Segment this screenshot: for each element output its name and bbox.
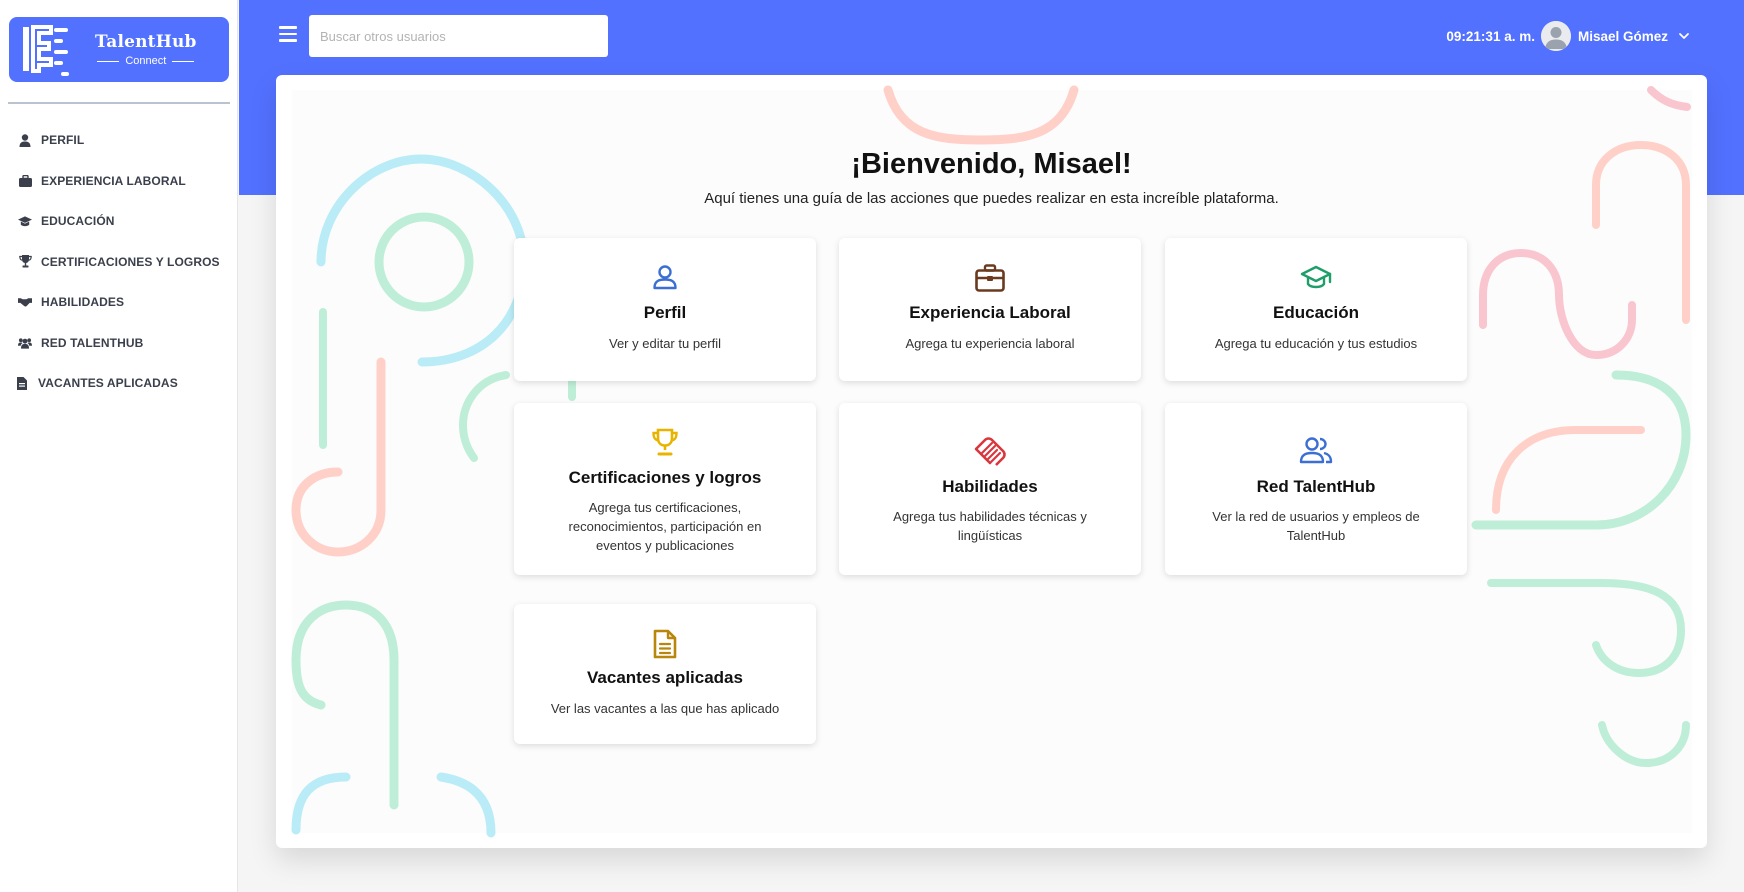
user-menu[interactable]: 09:21:31 a. m. Misael Gómez [1446, 20, 1690, 52]
tile-habilidades[interactable]: Habilidades Agrega tus habilidades técni… [839, 403, 1141, 575]
tile-title: Red TalentHub [1256, 477, 1376, 496]
tile-title: Experiencia Laboral [909, 303, 1071, 322]
clock-time: 09:21:31 a. m. [1446, 28, 1535, 44]
sidebar-item-label: RED TALENTHUB [41, 335, 144, 350]
tile-title: Vacantes aplicadas [587, 668, 743, 687]
tile-title: Certificaciones y logros [568, 468, 762, 487]
graduation-cap-icon [1165, 265, 1467, 291]
sidebar-item-red-talenthub[interactable]: RED TALENTHUB [0, 323, 238, 364]
main-card: ¡Bienvenido, Misael! Aquí tienes una guí… [276, 75, 1707, 848]
tile-perfil[interactable]: Perfil Ver y editar tu perfil [514, 238, 816, 381]
tile-description: Agrega tus certificaciones, reconocimien… [568, 500, 762, 553]
users-icon [1165, 436, 1467, 464]
tile-description: Agrega tus habilidades técnicas y lingüí… [893, 509, 1087, 543]
tile-experiencia-laboral[interactable]: Experiencia Laboral Agrega tu experienci… [839, 238, 1141, 381]
users-icon [18, 336, 32, 350]
sidebar-item-label: PERFIL [41, 133, 85, 148]
sidebar-item-label: VACANTES APLICADAS [38, 376, 178, 391]
page-title: ¡Bienvenido, Misael! [851, 148, 1132, 180]
user-icon [514, 264, 816, 290]
tile-title: Habilidades [942, 477, 1038, 496]
tile-description: Ver la red de usuarios y empleos de Tale… [1212, 509, 1420, 543]
graduation-cap-icon [18, 214, 32, 228]
user-name: Misael Gómez [1577, 28, 1668, 44]
search-input[interactable] [309, 15, 608, 57]
sidebar: TalentHub Connect PERFIL EXPERIENCIA LAB… [0, 0, 238, 892]
tile-description: Ver y editar tu perfil [609, 336, 721, 351]
tile-description: Ver las vacantes a las que has aplicado [550, 701, 780, 716]
briefcase-icon [18, 174, 32, 188]
sidebar-item-certificaciones[interactable]: CERTIFICACIONES Y LOGROS [0, 242, 238, 283]
sidebar-divider [8, 102, 230, 104]
logo[interactable]: TalentHub Connect [9, 17, 229, 82]
sidebar-item-label: EDUCACIÓN [41, 214, 115, 229]
avatar [1540, 21, 1571, 51]
briefcase-icon [839, 264, 1141, 292]
logo-subtitle: Connect [125, 55, 167, 67]
sidebar-item-perfil[interactable]: PERFIL [0, 120, 238, 161]
user-icon [18, 133, 32, 147]
tile-title: Educación [1273, 303, 1359, 322]
tile-educacion[interactable]: Educación Agrega tu educación y tus estu… [1165, 238, 1467, 381]
sidebar-item-experiencia-laboral[interactable]: EXPERIENCIA LABORAL [0, 161, 238, 202]
handshake-icon [18, 295, 32, 309]
tile-red-talenthub[interactable]: Red TalentHub Ver la red de usuarios y e… [1165, 403, 1467, 575]
trophy-icon [514, 428, 816, 456]
handshake-icon [839, 436, 1141, 466]
file-icon [15, 376, 29, 390]
sidebar-item-habilidades[interactable]: HABILIDADES [0, 282, 238, 323]
logo-title: TalentHub [95, 32, 197, 52]
tile-description: Agrega tu educación y tus estudios [1214, 336, 1418, 351]
sidebar-nav: PERFIL EXPERIENCIA LABORAL EDUCACIÓN CER… [0, 120, 238, 404]
logo-icon [9, 17, 79, 82]
page-subtitle: Aquí tienes una guía de las acciones que… [704, 190, 1279, 207]
sidebar-item-label: HABILIDADES [41, 295, 125, 310]
chevron-down-icon[interactable] [1678, 30, 1690, 42]
sidebar-item-vacantes-aplicadas[interactable]: VACANTES APLICADAS [0, 363, 238, 404]
tile-description: Agrega tu experiencia laboral [905, 336, 1075, 351]
file-icon [514, 629, 816, 659]
tile-title: Perfil [643, 303, 687, 322]
sidebar-item-label: EXPERIENCIA LABORAL [41, 173, 186, 188]
sidebar-item-educacion[interactable]: EDUCACIÓN [0, 201, 238, 242]
tile-certificaciones[interactable]: Certificaciones y logros Agrega tus cert… [514, 403, 816, 575]
sidebar-item-label: CERTIFICACIONES Y LOGROS [41, 254, 220, 269]
tile-vacantes-aplicadas[interactable]: Vacantes aplicadas Ver las vacantes a la… [514, 604, 816, 744]
trophy-icon [18, 255, 32, 269]
menu-icon[interactable] [279, 26, 297, 42]
